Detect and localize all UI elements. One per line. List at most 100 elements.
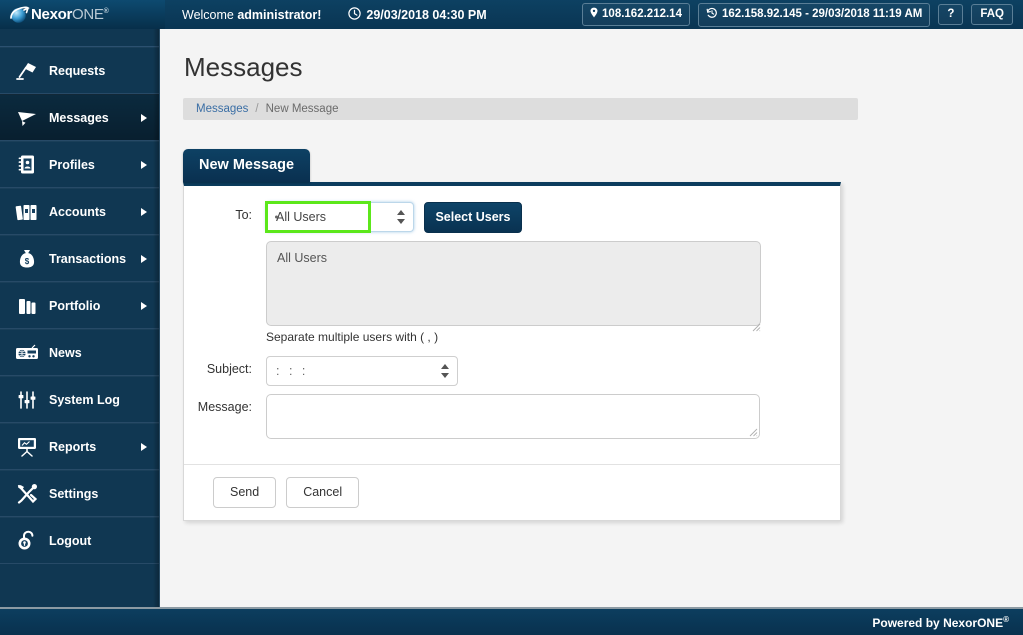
tab-strip: New Message <box>183 149 1023 182</box>
brand-name-primary: Nexor <box>31 6 73 23</box>
footer-registered-mark: ® <box>1003 614 1009 624</box>
sidebar-item-messages[interactable]: Messages <box>0 94 159 141</box>
location-pin-icon <box>590 7 598 21</box>
to-label: To: <box>235 208 252 222</box>
sidebar-item-label: Settings <box>49 486 99 501</box>
registered-mark: ® <box>103 8 109 15</box>
current-datetime: 29/03/2018 04:30 PM <box>348 6 487 23</box>
chevron-right-icon <box>141 113 147 122</box>
sidebar-item-reports[interactable]: Reports <box>0 423 159 470</box>
page-title: Messages <box>184 52 303 82</box>
to-select[interactable]: All Users <box>266 202 414 232</box>
select-users-button[interactable]: Select Users <box>424 202 522 233</box>
message-wrapper <box>266 394 760 439</box>
svg-text:$: $ <box>25 257 30 266</box>
desk-lamp-icon <box>14 59 40 83</box>
footer-powered-by: Powered by NexorONE® <box>872 615 1009 630</box>
recipients-textarea[interactable]: All Users <box>266 241 761 326</box>
subject-field-group: : : : <box>266 356 840 386</box>
sidebar-item-label: Transactions <box>49 251 127 266</box>
paper-plane-icon <box>14 106 40 130</box>
faq-button[interactable]: FAQ <box>971 4 1013 25</box>
recipients-hint: Separate multiple users with ( , ) <box>266 330 439 344</box>
sidebar-item-requests[interactable]: Requests <box>0 47 159 94</box>
sidebar-top-spacer <box>0 29 159 47</box>
header-right-group: 108.162.212.14 162.158.92.145 - 29/03/20… <box>582 2 1023 27</box>
form-actions: Send Cancel <box>184 464 840 520</box>
sidebar-item-label: Messages <box>49 110 109 125</box>
sidebar-item-label: Requests <box>49 63 106 78</box>
welcome-message: Welcome administrator! <box>182 8 321 22</box>
chevron-right-icon <box>141 207 147 216</box>
chevron-right-icon <box>141 160 147 169</box>
subject-select[interactable]: : : : <box>266 356 458 386</box>
sidebar-item-system-log[interactable]: System Log <box>0 376 159 423</box>
brand-logo-text: NexorONE® <box>31 6 109 23</box>
sidebar-item-settings[interactable]: Settings <box>0 470 159 517</box>
form-row-message: Message: <box>184 394 840 444</box>
nexor-orb-logo-icon <box>8 4 30 26</box>
subject-label: Subject: <box>206 362 252 376</box>
subject-select-wrapper: : : : <box>266 356 458 386</box>
sliders-icon <box>14 388 40 412</box>
presentation-icon <box>14 435 40 459</box>
to-field-group: All Users Select Users All Users Separat… <box>265 201 840 344</box>
sidebar-item-label: System Log <box>49 392 120 407</box>
message-textarea[interactable] <box>266 394 760 439</box>
new-message-panel: To: All Users Select Users All Users Sep… <box>183 182 841 521</box>
sidebar-item-label: Logout <box>49 533 92 548</box>
footer-powered-by-text: Powered by NexorONE <box>872 615 1004 630</box>
message-label: Message: <box>197 400 252 414</box>
breadcrumb-current: New Message <box>265 103 339 115</box>
chevron-right-icon <box>141 301 147 310</box>
binders-icon <box>14 200 40 224</box>
sidebar-item-logout[interactable]: Logout <box>0 517 159 564</box>
page-footer: Powered by NexorONE® <box>0 607 1023 635</box>
sidebar-item-label: Reports <box>49 439 97 454</box>
sidebar-item-profiles[interactable]: Profiles <box>0 141 159 188</box>
chevron-right-icon <box>141 254 147 263</box>
brand-name-secondary: ONE <box>72 6 104 23</box>
main-content: Messages Messages / New Message New Mess… <box>161 30 1023 607</box>
open-padlock-icon <box>14 529 40 553</box>
tab-new-message[interactable]: New Message <box>183 149 311 182</box>
breadcrumb-link-messages[interactable]: Messages <box>196 103 248 115</box>
last-login-badge: 162.158.92.145 - 29/03/2018 11:19 AM <box>697 2 931 27</box>
to-select-wrapper: All Users <box>265 201 414 233</box>
form-row-subject: Subject: : : : <box>184 356 840 386</box>
current-datetime-text: 29/03/2018 04:30 PM <box>366 7 487 22</box>
breadcrumb: Messages / New Message <box>183 98 858 120</box>
sidebar-item-label: Profiles <box>49 157 95 172</box>
sidebar-item-label: Accounts <box>49 204 106 219</box>
sidebar-item-label: News <box>49 345 82 360</box>
sidebar-item-accounts[interactable]: Accounts <box>0 188 159 235</box>
last-login-text: 162.158.92.145 - 29/03/2018 11:19 AM <box>721 8 923 20</box>
brand-logo[interactable]: NexorONE® <box>0 0 165 29</box>
top-header-bar: NexorONE® Welcome administrator! 29/03/2… <box>0 0 1023 29</box>
sidebar-navigation: Requests Messages Profiles Accounts $ Tr… <box>0 29 160 607</box>
chevron-right-icon <box>141 442 147 451</box>
sidebar-item-news[interactable]: News <box>0 329 159 376</box>
send-button[interactable]: Send <box>213 477 277 508</box>
breadcrumb-separator: / <box>255 103 259 115</box>
recipients-wrapper: All Users <box>266 241 840 332</box>
new-message-form: To: All Users Select Users All Users Sep… <box>184 186 840 464</box>
cancel-button[interactable]: Cancel <box>286 477 360 508</box>
wrench-screwdriver-icon <box>14 482 40 506</box>
money-bag-icon: $ <box>14 247 40 271</box>
history-clock-icon <box>706 7 718 22</box>
radio-icon <box>14 341 40 365</box>
message-field-group <box>266 394 840 444</box>
sidebar-item-transactions[interactable]: $ Transactions <box>0 235 159 282</box>
current-ip-text: 108.162.212.14 <box>602 8 682 20</box>
clock-icon <box>348 6 362 23</box>
address-book-icon <box>14 153 40 177</box>
sidebar-item-portfolio[interactable]: Portfolio <box>0 282 159 329</box>
current-ip-badge: 108.162.212.14 <box>582 3 690 26</box>
help-button[interactable]: ? <box>938 4 964 25</box>
welcome-prefix: Welcome <box>182 7 238 22</box>
briefcase-icon <box>14 294 40 318</box>
form-row-to: To: All Users Select Users All Users Sep… <box>184 201 840 344</box>
sidebar-item-label: Portfolio <box>49 298 101 313</box>
welcome-username: administrator! <box>237 7 322 22</box>
